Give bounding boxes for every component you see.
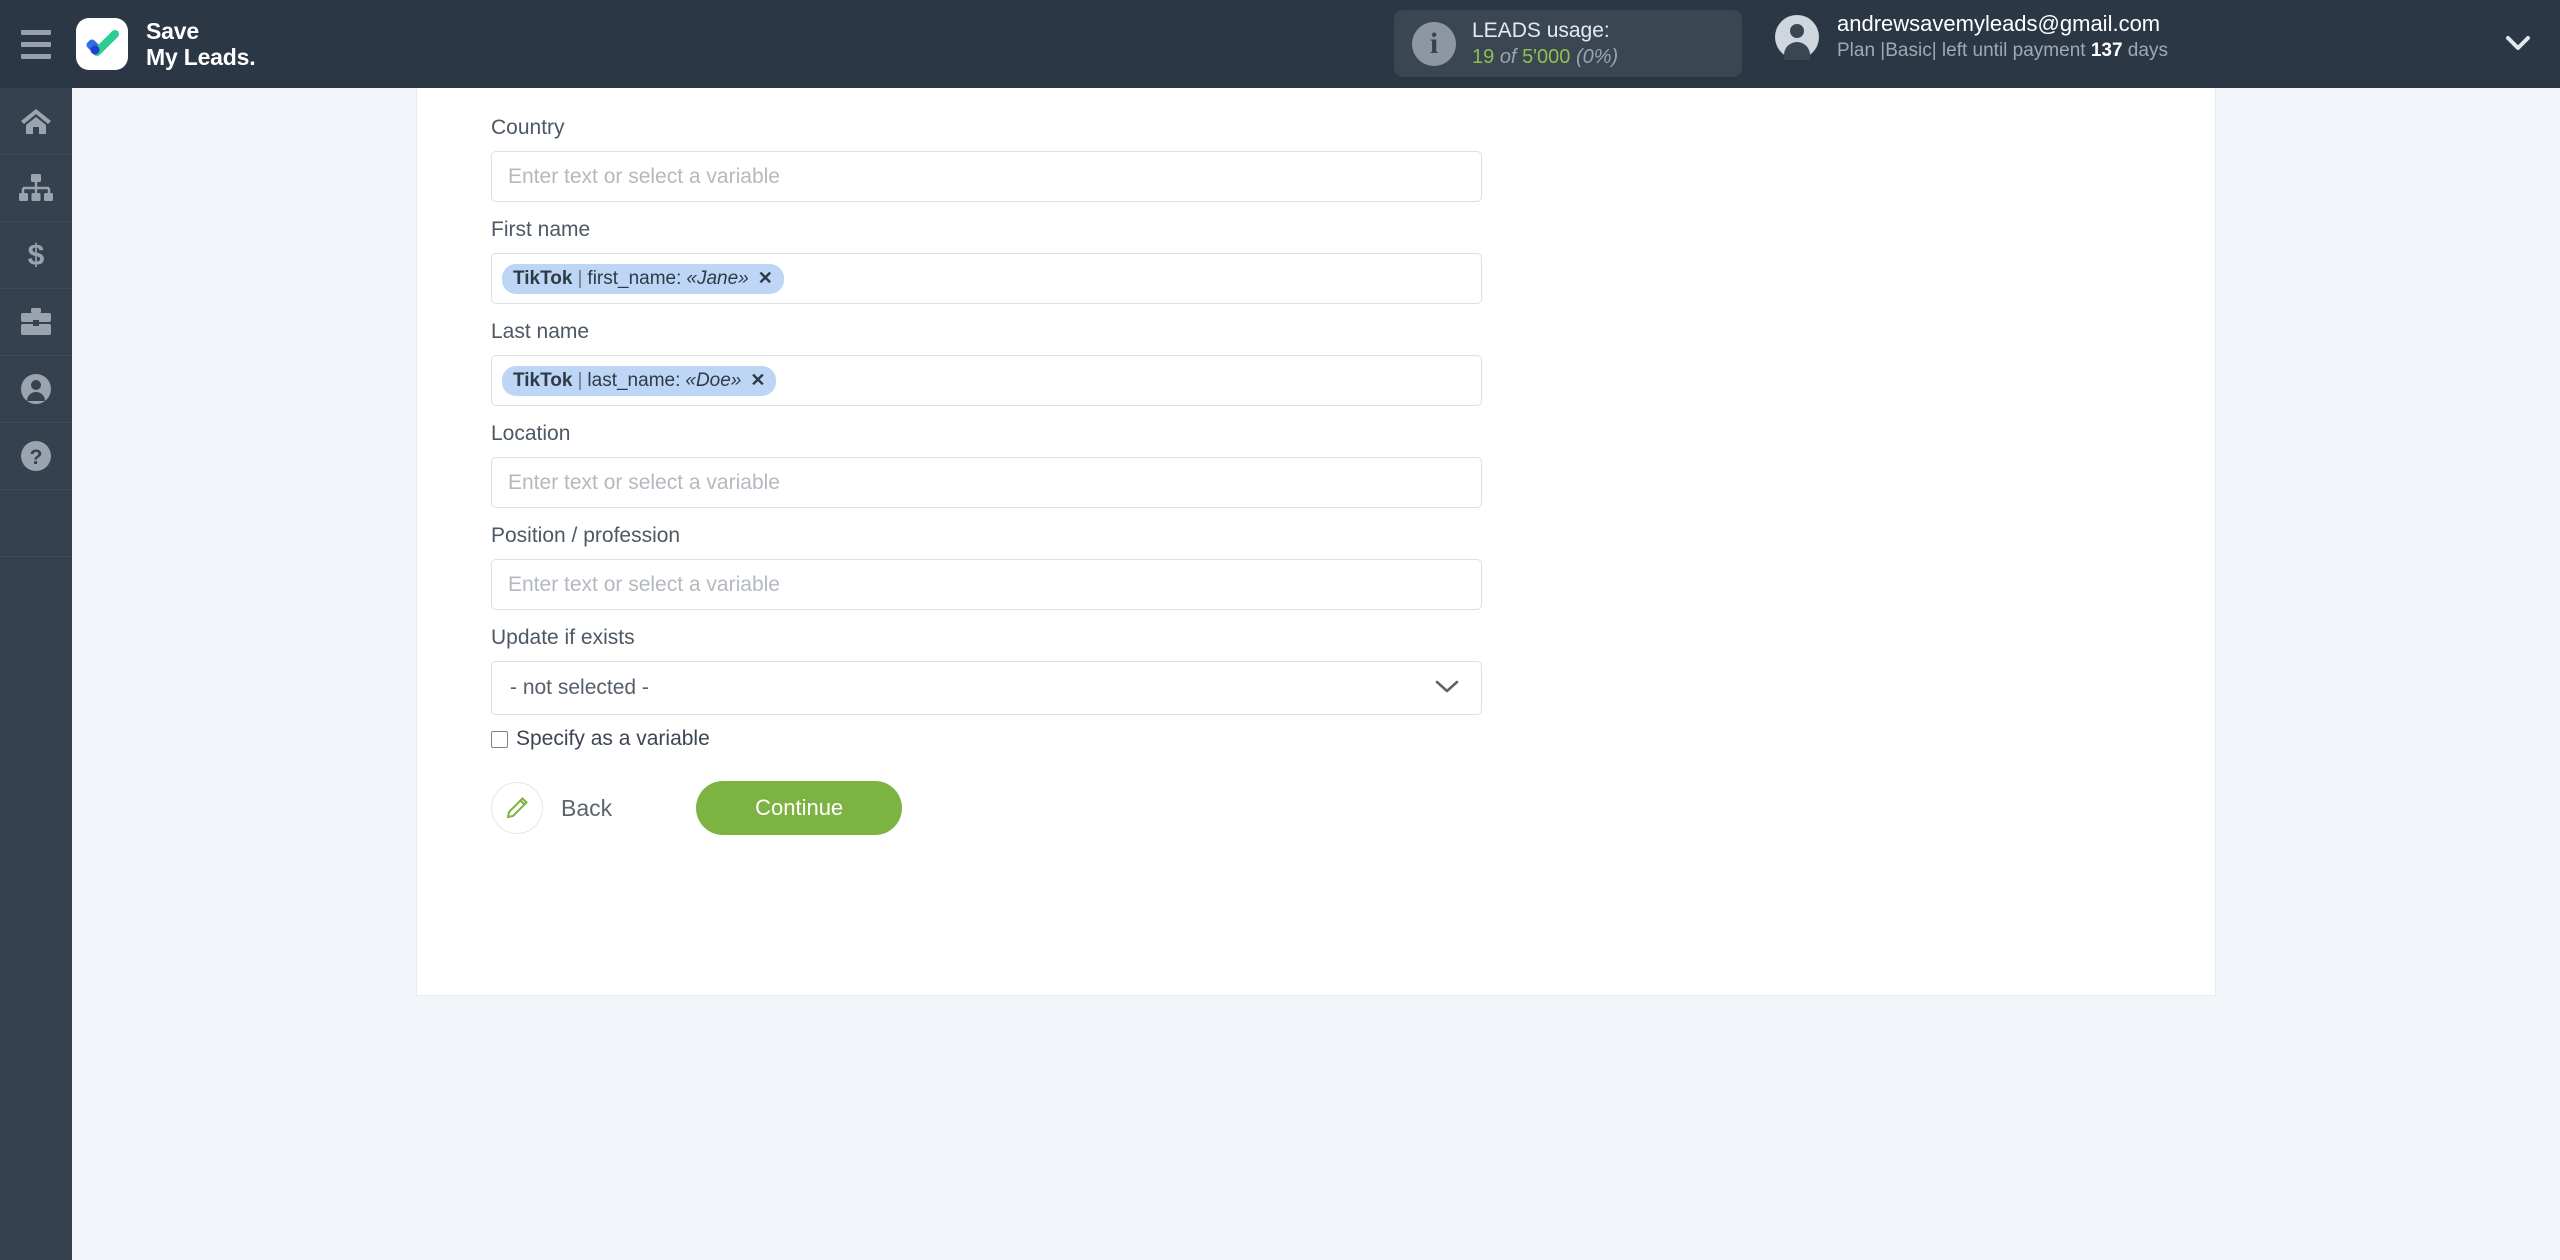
brand-line-2: My Leads. [146,44,256,70]
input-placeholder: Enter text or select a variable [508,572,780,596]
usage-title: LEADS usage: [1472,18,1610,42]
field-first-name: First name TikTok | first_name: «Jane» ✕ [491,212,2215,304]
chevron-down-icon [1435,676,1459,700]
pill-source: TikTok [513,267,573,289]
user-icon [20,373,52,405]
sidebar-item-spacer [0,490,72,557]
field-country: Country Enter text or select a variable [491,110,2215,202]
update-if-exists-select[interactable]: - not selected - [491,661,1482,715]
account-plan-text: Plan |Basic| left until payment [1837,40,2091,61]
hamburger-bar [21,29,51,35]
usage-used: 19 [1472,45,1495,68]
field-position: Position / profession Enter text or sele… [491,518,2215,610]
field-update-if-exists: Update if exists - not selected - [491,620,2215,715]
hamburger-bar [21,41,51,47]
location-input[interactable]: Enter text or select a variable [491,457,1482,508]
pill-separator: | [577,267,583,289]
usage-values: 19 of 5'000 (0%) [1472,44,1618,70]
pill-value: «Doe» [685,369,742,391]
usage-of: of [1499,45,1517,68]
continue-button[interactable]: Continue [696,781,903,835]
mapping-form: Country Enter text or select a variable … [417,88,2215,835]
usage-total: 5'000 [1522,45,1571,68]
variable-pill[interactable]: TikTok | first_name: «Jane» ✕ [502,263,784,294]
pill-key: first_name: [587,267,682,289]
field-label: Position / profession [491,524,681,547]
sidebar-item-account[interactable] [0,356,72,423]
field-label: Last name [491,320,590,343]
pill-source: TikTok [513,369,573,391]
brand-name: Save My Leads. [146,18,256,70]
account-days: 137 [2090,40,2123,61]
home-icon [19,106,53,136]
hamburger-bar [21,53,51,59]
field-mapping-card: Country Enter text or select a variable … [416,88,2216,996]
help-icon: ? [20,440,52,472]
pill-remove-icon[interactable]: ✕ [750,370,765,391]
account-block[interactable]: andrewsavemyleads@gmail.com Plan |Basic|… [1775,10,2168,64]
sidebar-item-billing[interactable]: $ [0,222,72,289]
pill-key: last_name: [587,369,681,391]
hamburger-icon[interactable] [0,0,72,88]
input-placeholder: Enter text or select a variable [508,470,780,494]
first-name-input[interactable]: TikTok | first_name: «Jane» ✕ [491,253,1482,304]
sidebar-item-connections[interactable] [0,155,72,222]
sidebar-item-business[interactable] [0,289,72,356]
app-header: Save My Leads. i LEADS usage: 19 of 5'00… [0,0,2560,88]
country-input[interactable]: Enter text or select a variable [491,151,1482,202]
account-days-suffix: days [2122,40,2168,61]
user-avatar-icon [1775,15,1819,60]
dollar-icon: $ [23,239,49,271]
field-location: Location Enter text or select a variable [491,416,2215,508]
leads-usage-badge[interactable]: i LEADS usage: 19 of 5'000 (0%) [1394,10,1742,77]
info-icon: i [1412,21,1456,66]
brand-logo-block[interactable]: Save My Leads. [76,18,256,70]
field-label: Country [491,116,565,139]
sidebar-item-help[interactable]: ? [0,423,72,490]
pill-separator: | [577,369,583,391]
field-label: Location [491,422,571,445]
back-button-label: Back [561,794,613,821]
brand-line-1: Save [146,18,199,44]
pill-remove-icon[interactable]: ✕ [758,268,773,289]
connections-icon [19,173,53,203]
last-name-input[interactable]: TikTok | last_name: «Doe» ✕ [491,355,1482,406]
variable-pill[interactable]: TikTok | last_name: «Doe» ✕ [502,365,777,396]
position-input[interactable]: Enter text or select a variable [491,559,1482,610]
chevron-down-icon[interactable] [2505,34,2531,57]
sidebar-item-home[interactable] [0,88,72,155]
account-plan: Plan |Basic| left until payment 137 days [1837,37,2168,64]
field-label: First name [491,218,591,241]
field-last-name: Last name TikTok | last_name: «Doe» ✕ [491,314,2215,406]
sidebar: $ ? [0,88,72,1260]
briefcase-icon [19,307,53,337]
back-button[interactable]: Back [491,782,612,834]
svg-text:?: ? [30,446,43,469]
pencil-icon [491,782,543,834]
specify-as-variable-row[interactable]: Specify as a variable [491,727,2215,751]
field-label: Update if exists [491,626,635,649]
select-value: - not selected - [510,676,649,699]
specify-as-variable-checkbox[interactable] [491,730,508,748]
form-actions: Back Continue [491,781,2215,835]
usage-percent: (0%) [1575,45,1619,68]
savemyleads-logo-icon [76,18,128,70]
account-email: andrewsavemyleads@gmail.com [1837,11,2161,36]
pill-value: «Jane» [686,267,749,289]
svg-text:$: $ [28,239,45,271]
input-placeholder: Enter text or select a variable [508,164,780,188]
specify-as-variable-label: Specify as a variable [516,727,710,750]
